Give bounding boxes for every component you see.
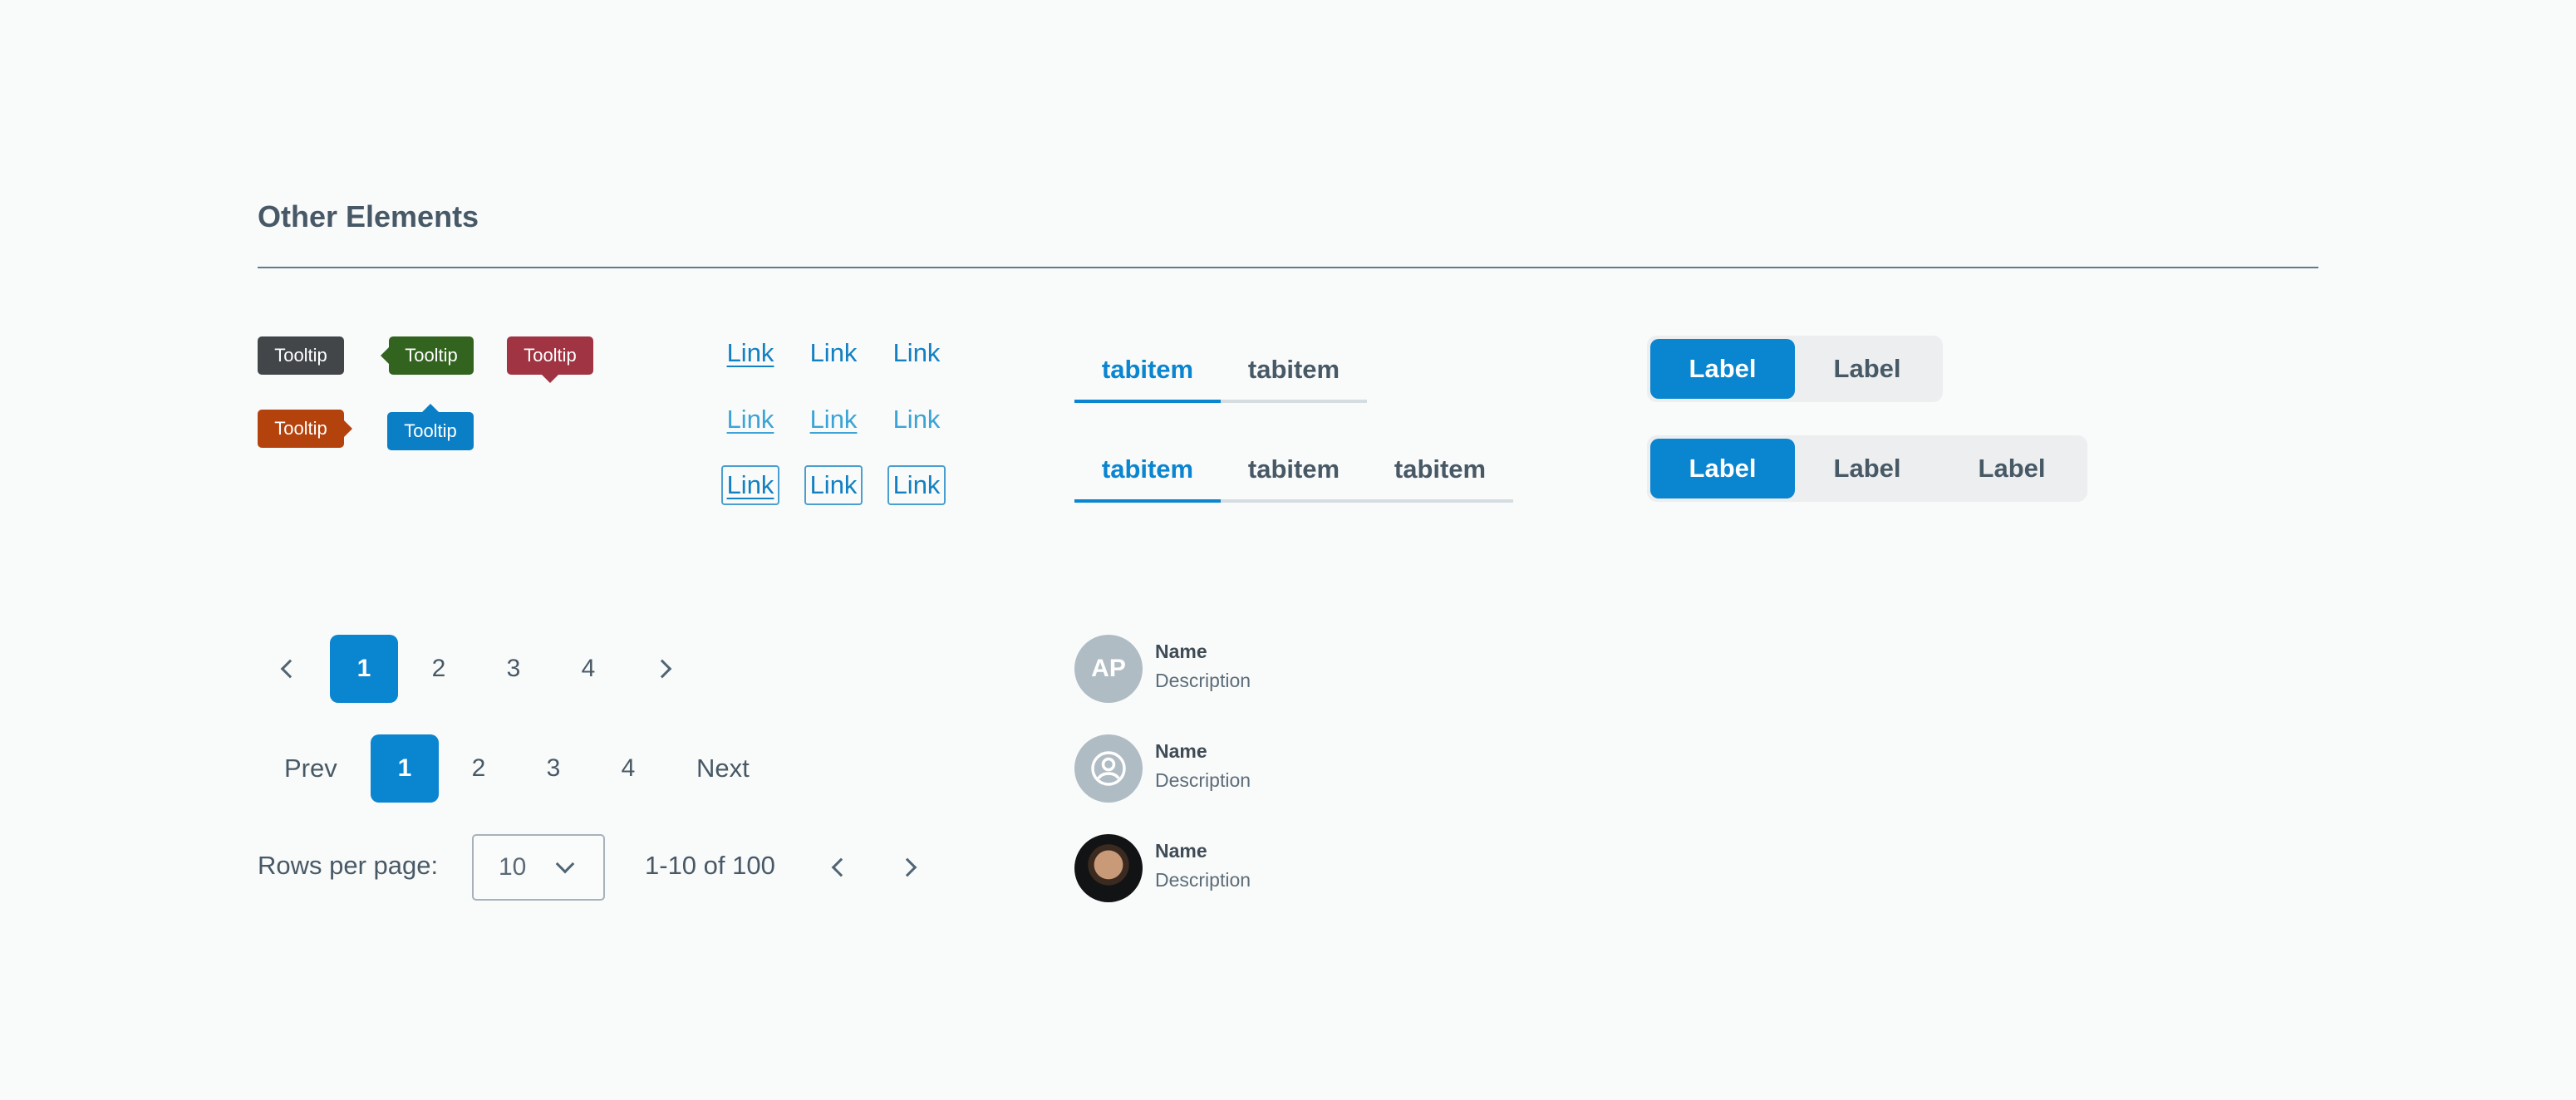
link-light[interactable]: Link (891, 403, 942, 436)
page-button[interactable]: 4 (594, 734, 662, 803)
segment[interactable]: Label (1795, 339, 1939, 399)
avatar-initials: AP (1074, 635, 1143, 703)
person-name: Name (1155, 740, 1207, 762)
next-range-button[interactable] (874, 834, 941, 901)
chevron-left-icon (831, 857, 851, 877)
link-focused[interactable]: Link (887, 465, 946, 505)
segmented-control-three: Label Label Label (1647, 435, 2087, 502)
section-divider (258, 267, 2318, 268)
range-text: 1-10 of 100 (645, 851, 775, 880)
next-text-button[interactable]: Next (696, 734, 750, 803)
avatar-photo (1074, 834, 1143, 902)
chevron-left-icon (280, 659, 300, 679)
person-description: Description (1155, 769, 1251, 791)
link-underlined-light[interactable]: Link (808, 403, 859, 436)
prev-range-button[interactable] (808, 834, 874, 901)
tab-item-active[interactable]: tabitem (1074, 436, 1221, 503)
next-page-button[interactable] (628, 635, 696, 703)
person-name: Name (1155, 840, 1207, 862)
tooltip-red-bottom-arrow: Tooltip (507, 336, 593, 383)
link-underlined[interactable]: Link (725, 336, 776, 370)
page-button[interactable]: 3 (479, 635, 548, 703)
prev-page-button[interactable] (256, 635, 324, 703)
page-button-active[interactable]: 1 (330, 635, 398, 703)
tab-bar-three: tabitem tabitem tabitem (1074, 436, 1513, 503)
rows-per-page-select[interactable]: 10 (472, 834, 605, 901)
tooltip-label: Tooltip (404, 420, 457, 441)
section-title: Other Elements (258, 199, 479, 233)
link-focused-underlined[interactable]: Link (721, 465, 779, 505)
page-button[interactable]: 4 (554, 635, 622, 703)
segment[interactable]: Label (1939, 439, 2084, 498)
person-description: Description (1155, 670, 1251, 691)
chevron-down-icon (555, 854, 575, 874)
chevron-right-icon (897, 857, 917, 877)
chevron-right-icon (652, 659, 672, 679)
tooltip-dark: Tooltip (258, 336, 344, 375)
tooltip-label: Tooltip (274, 345, 327, 366)
tab-item[interactable]: tabitem (1221, 436, 1367, 503)
page-button[interactable]: 2 (445, 734, 513, 803)
tooltip-green-left-arrow: Tooltip (381, 336, 474, 375)
page-button-active[interactable]: 1 (371, 734, 439, 803)
rows-per-page-value: 10 (499, 853, 527, 881)
tab-item-active[interactable]: tabitem (1074, 336, 1221, 403)
prev-text-button[interactable]: Prev (284, 734, 337, 803)
person-description: Description (1155, 869, 1251, 891)
page-button[interactable]: 3 (519, 734, 587, 803)
segmented-control-two: Label Label (1647, 336, 1943, 402)
person-name: Name (1155, 641, 1207, 662)
link-underlined-light[interactable]: Link (725, 403, 776, 436)
tooltip-label: Tooltip (274, 418, 327, 439)
tab-item[interactable]: tabitem (1221, 336, 1367, 403)
tooltip-orange-right-arrow: Tooltip (258, 410, 352, 448)
segment-active[interactable]: Label (1650, 439, 1795, 498)
avatar-placeholder (1074, 734, 1143, 803)
page-button[interactable]: 2 (405, 635, 473, 703)
segment-active[interactable]: Label (1650, 339, 1795, 399)
tab-item[interactable]: tabitem (1367, 436, 1513, 503)
segment[interactable]: Label (1795, 439, 1939, 498)
rows-per-page-label: Rows per page: (258, 851, 439, 880)
tooltip-blue-top-arrow: Tooltip (387, 404, 474, 450)
link-plain[interactable]: Link (808, 336, 859, 370)
user-circle-icon (1091, 751, 1126, 786)
link-focused[interactable]: Link (804, 465, 863, 505)
tooltip-label: Tooltip (405, 345, 458, 366)
tooltip-label: Tooltip (524, 345, 577, 366)
link-plain[interactable]: Link (891, 336, 942, 370)
tab-bar-two: tabitem tabitem (1074, 336, 1367, 403)
